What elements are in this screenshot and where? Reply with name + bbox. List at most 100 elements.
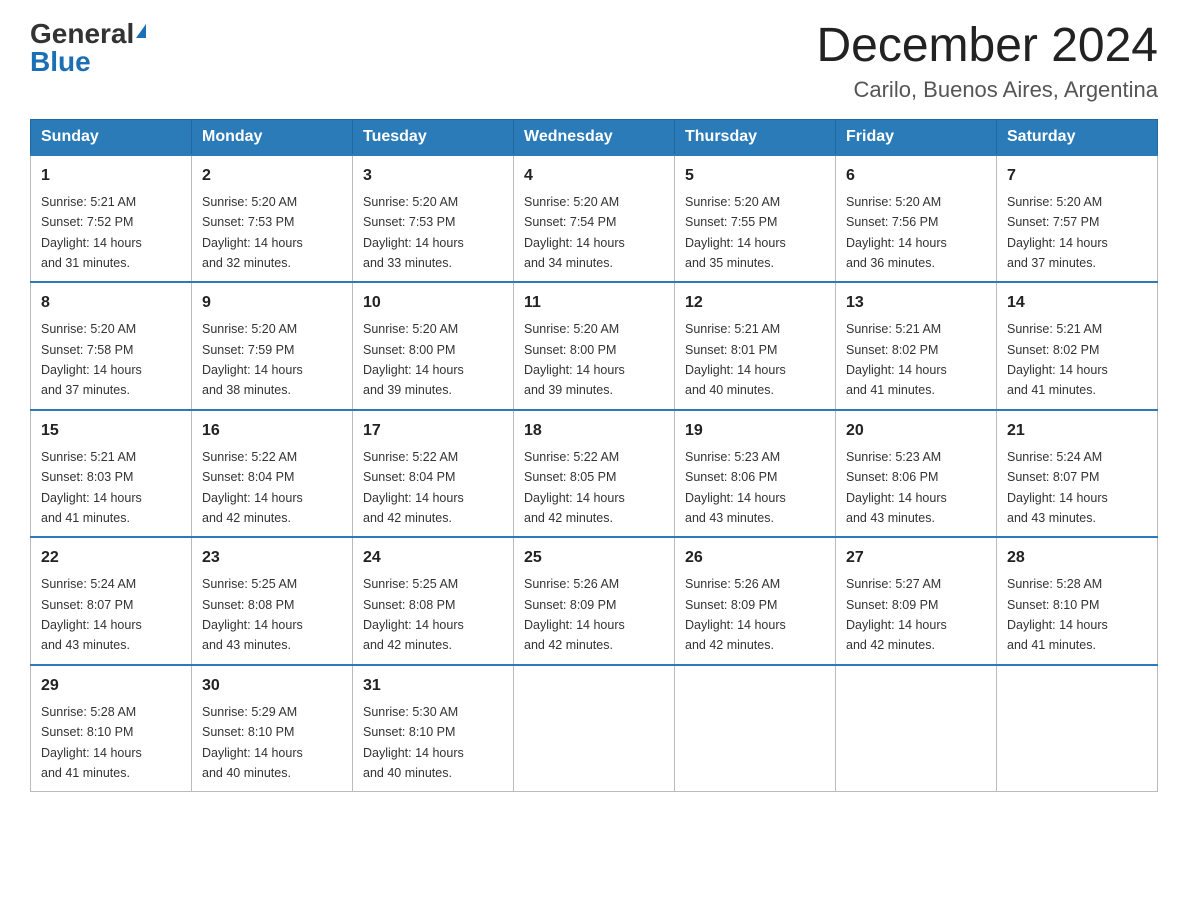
- calendar-day-header: Friday: [836, 119, 997, 155]
- day-number: 5: [685, 164, 825, 188]
- calendar-day-cell: 29 Sunrise: 5:28 AMSunset: 8:10 PMDaylig…: [31, 665, 192, 792]
- day-info: Sunrise: 5:29 AMSunset: 8:10 PMDaylight:…: [202, 705, 303, 780]
- day-info: Sunrise: 5:27 AMSunset: 8:09 PMDaylight:…: [846, 577, 947, 652]
- day-info: Sunrise: 5:20 AMSunset: 7:58 PMDaylight:…: [41, 322, 142, 397]
- day-number: 23: [202, 546, 342, 570]
- day-number: 31: [363, 674, 503, 698]
- calendar-table: SundayMondayTuesdayWednesdayThursdayFrid…: [30, 119, 1158, 793]
- calendar-day-cell: 4 Sunrise: 5:20 AMSunset: 7:54 PMDayligh…: [514, 155, 675, 283]
- day-info: Sunrise: 5:20 AMSunset: 7:59 PMDaylight:…: [202, 322, 303, 397]
- calendar-week-row: 15 Sunrise: 5:21 AMSunset: 8:03 PMDaylig…: [31, 410, 1158, 538]
- calendar-header-row: SundayMondayTuesdayWednesdayThursdayFrid…: [31, 119, 1158, 155]
- day-number: 11: [524, 291, 664, 315]
- logo-blue-text: Blue: [30, 48, 91, 76]
- day-info: Sunrise: 5:24 AMSunset: 8:07 PMDaylight:…: [1007, 450, 1108, 525]
- day-info: Sunrise: 5:23 AMSunset: 8:06 PMDaylight:…: [846, 450, 947, 525]
- calendar-day-cell: 5 Sunrise: 5:20 AMSunset: 7:55 PMDayligh…: [675, 155, 836, 283]
- day-number: 20: [846, 419, 986, 443]
- calendar-day-header: Saturday: [997, 119, 1158, 155]
- day-number: 21: [1007, 419, 1147, 443]
- calendar-day-header: Monday: [192, 119, 353, 155]
- day-info: Sunrise: 5:23 AMSunset: 8:06 PMDaylight:…: [685, 450, 786, 525]
- day-info: Sunrise: 5:22 AMSunset: 8:04 PMDaylight:…: [363, 450, 464, 525]
- calendar-day-header: Sunday: [31, 119, 192, 155]
- calendar-day-cell: 15 Sunrise: 5:21 AMSunset: 8:03 PMDaylig…: [31, 410, 192, 538]
- day-number: 17: [363, 419, 503, 443]
- day-number: 30: [202, 674, 342, 698]
- day-info: Sunrise: 5:24 AMSunset: 8:07 PMDaylight:…: [41, 577, 142, 652]
- calendar-day-cell: [514, 665, 675, 792]
- day-info: Sunrise: 5:28 AMSunset: 8:10 PMDaylight:…: [41, 705, 142, 780]
- calendar-day-cell: 8 Sunrise: 5:20 AMSunset: 7:58 PMDayligh…: [31, 282, 192, 410]
- calendar-day-cell: 25 Sunrise: 5:26 AMSunset: 8:09 PMDaylig…: [514, 537, 675, 665]
- calendar-day-cell: 13 Sunrise: 5:21 AMSunset: 8:02 PMDaylig…: [836, 282, 997, 410]
- day-number: 22: [41, 546, 181, 570]
- calendar-day-cell: 23 Sunrise: 5:25 AMSunset: 8:08 PMDaylig…: [192, 537, 353, 665]
- day-number: 29: [41, 674, 181, 698]
- day-info: Sunrise: 5:21 AMSunset: 8:01 PMDaylight:…: [685, 322, 786, 397]
- calendar-day-header: Thursday: [675, 119, 836, 155]
- month-title: December 2024: [816, 20, 1158, 73]
- calendar-day-cell: 17 Sunrise: 5:22 AMSunset: 8:04 PMDaylig…: [353, 410, 514, 538]
- calendar-day-cell: 21 Sunrise: 5:24 AMSunset: 8:07 PMDaylig…: [997, 410, 1158, 538]
- day-number: 1: [41, 164, 181, 188]
- calendar-day-cell: 1 Sunrise: 5:21 AMSunset: 7:52 PMDayligh…: [31, 155, 192, 283]
- day-info: Sunrise: 5:20 AMSunset: 8:00 PMDaylight:…: [363, 322, 464, 397]
- calendar-day-cell: 31 Sunrise: 5:30 AMSunset: 8:10 PMDaylig…: [353, 665, 514, 792]
- day-info: Sunrise: 5:21 AMSunset: 8:02 PMDaylight:…: [1007, 322, 1108, 397]
- day-info: Sunrise: 5:25 AMSunset: 8:08 PMDaylight:…: [202, 577, 303, 652]
- day-number: 15: [41, 419, 181, 443]
- day-number: 7: [1007, 164, 1147, 188]
- day-info: Sunrise: 5:20 AMSunset: 7:53 PMDaylight:…: [363, 195, 464, 270]
- day-number: 19: [685, 419, 825, 443]
- calendar-day-cell: 22 Sunrise: 5:24 AMSunset: 8:07 PMDaylig…: [31, 537, 192, 665]
- day-number: 3: [363, 164, 503, 188]
- logo-general-text: General: [30, 20, 134, 48]
- day-number: 13: [846, 291, 986, 315]
- location-text: Carilo, Buenos Aires, Argentina: [816, 77, 1158, 103]
- calendar-week-row: 1 Sunrise: 5:21 AMSunset: 7:52 PMDayligh…: [31, 155, 1158, 283]
- day-info: Sunrise: 5:26 AMSunset: 8:09 PMDaylight:…: [524, 577, 625, 652]
- day-info: Sunrise: 5:20 AMSunset: 7:55 PMDaylight:…: [685, 195, 786, 270]
- calendar-day-cell: [997, 665, 1158, 792]
- day-info: Sunrise: 5:22 AMSunset: 8:05 PMDaylight:…: [524, 450, 625, 525]
- day-number: 9: [202, 291, 342, 315]
- day-number: 4: [524, 164, 664, 188]
- calendar-day-cell: 10 Sunrise: 5:20 AMSunset: 8:00 PMDaylig…: [353, 282, 514, 410]
- day-number: 10: [363, 291, 503, 315]
- calendar-day-cell: 6 Sunrise: 5:20 AMSunset: 7:56 PMDayligh…: [836, 155, 997, 283]
- page-header: General Blue December 2024 Carilo, Bueno…: [30, 20, 1158, 103]
- calendar-day-cell: 19 Sunrise: 5:23 AMSunset: 8:06 PMDaylig…: [675, 410, 836, 538]
- calendar-day-cell: 26 Sunrise: 5:26 AMSunset: 8:09 PMDaylig…: [675, 537, 836, 665]
- calendar-day-cell: [675, 665, 836, 792]
- day-info: Sunrise: 5:28 AMSunset: 8:10 PMDaylight:…: [1007, 577, 1108, 652]
- day-number: 26: [685, 546, 825, 570]
- logo: General Blue: [30, 20, 146, 76]
- day-number: 28: [1007, 546, 1147, 570]
- calendar-day-cell: 27 Sunrise: 5:27 AMSunset: 8:09 PMDaylig…: [836, 537, 997, 665]
- calendar-day-cell: 24 Sunrise: 5:25 AMSunset: 8:08 PMDaylig…: [353, 537, 514, 665]
- calendar-day-header: Wednesday: [514, 119, 675, 155]
- day-info: Sunrise: 5:21 AMSunset: 8:03 PMDaylight:…: [41, 450, 142, 525]
- calendar-day-cell: 28 Sunrise: 5:28 AMSunset: 8:10 PMDaylig…: [997, 537, 1158, 665]
- calendar-day-cell: 20 Sunrise: 5:23 AMSunset: 8:06 PMDaylig…: [836, 410, 997, 538]
- day-info: Sunrise: 5:20 AMSunset: 8:00 PMDaylight:…: [524, 322, 625, 397]
- day-number: 14: [1007, 291, 1147, 315]
- day-info: Sunrise: 5:25 AMSunset: 8:08 PMDaylight:…: [363, 577, 464, 652]
- calendar-day-header: Tuesday: [353, 119, 514, 155]
- calendar-day-cell: 2 Sunrise: 5:20 AMSunset: 7:53 PMDayligh…: [192, 155, 353, 283]
- day-info: Sunrise: 5:20 AMSunset: 7:53 PMDaylight:…: [202, 195, 303, 270]
- calendar-day-cell: 3 Sunrise: 5:20 AMSunset: 7:53 PMDayligh…: [353, 155, 514, 283]
- day-number: 27: [846, 546, 986, 570]
- day-info: Sunrise: 5:30 AMSunset: 8:10 PMDaylight:…: [363, 705, 464, 780]
- day-number: 2: [202, 164, 342, 188]
- day-number: 24: [363, 546, 503, 570]
- day-number: 25: [524, 546, 664, 570]
- logo-triangle-icon: [136, 24, 146, 38]
- calendar-day-cell: [836, 665, 997, 792]
- calendar-week-row: 22 Sunrise: 5:24 AMSunset: 8:07 PMDaylig…: [31, 537, 1158, 665]
- calendar-day-cell: 14 Sunrise: 5:21 AMSunset: 8:02 PMDaylig…: [997, 282, 1158, 410]
- calendar-day-cell: 9 Sunrise: 5:20 AMSunset: 7:59 PMDayligh…: [192, 282, 353, 410]
- day-number: 16: [202, 419, 342, 443]
- day-number: 12: [685, 291, 825, 315]
